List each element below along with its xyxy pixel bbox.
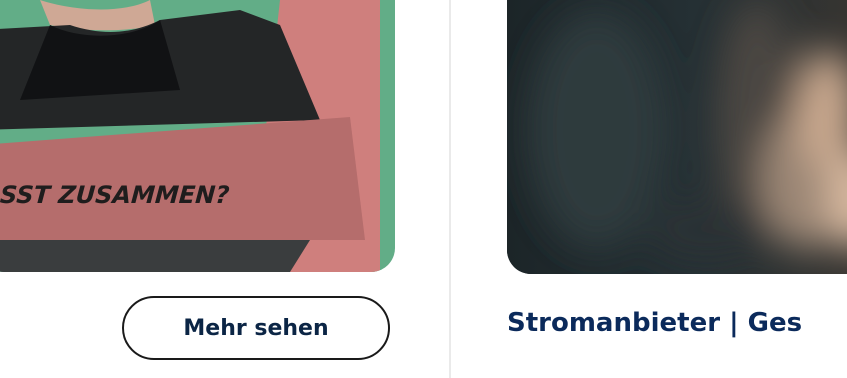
more-button[interactable]: Mehr sehen: [122, 296, 390, 360]
column-divider: [449, 0, 451, 378]
article-image: [507, 0, 847, 274]
article-title-link[interactable]: Stromanbieter | Ges: [507, 308, 802, 338]
article-thumbnail-card[interactable]: [507, 0, 847, 274]
content-stage: SST ZUSAMMEN? Mehr sehen Stromanbieter |…: [0, 0, 847, 378]
thumbnail-banner-text: SST ZUSAMMEN?: [0, 181, 231, 209]
video-thumbnail-card[interactable]: SST ZUSAMMEN?: [0, 0, 395, 272]
thumbnail-image: [0, 0, 380, 272]
